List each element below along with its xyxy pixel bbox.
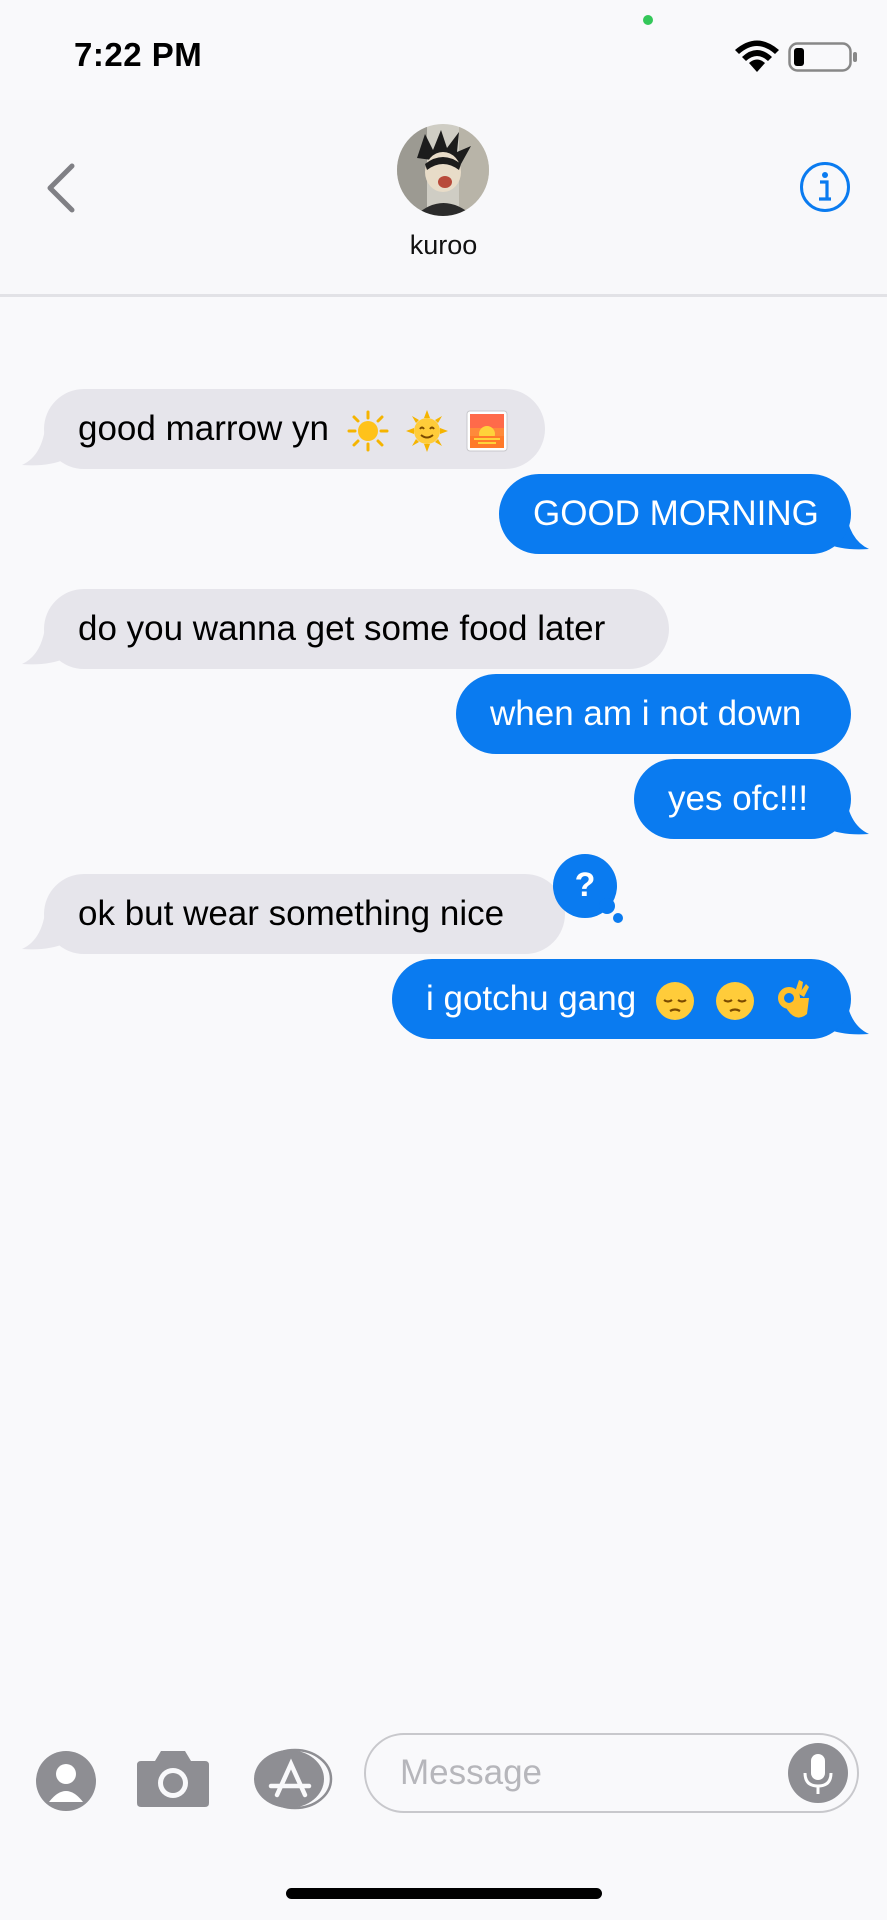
contact-app-icon[interactable] <box>35 1750 97 1812</box>
avatar[interactable] <box>397 124 489 216</box>
appstore-icon[interactable] <box>253 1748 333 1810</box>
info-circle-icon[interactable] <box>799 161 851 213</box>
home-indicator[interactable] <box>286 1888 602 1899</box>
conversation-header: kuroo <box>0 100 887 297</box>
message-bubble-incoming[interactable]: do you wanna get some food later <box>44 589 669 669</box>
status-bar: 7:22 PM <box>0 0 887 100</box>
sun-emoji-icon <box>347 410 389 452</box>
message-input[interactable]: Message <box>364 1733 859 1813</box>
pensive-face-emoji-icon <box>655 981 694 1020</box>
message-bubble-incoming[interactable]: good marrow yn <box>44 389 545 469</box>
message-text: do you wanna get some food later <box>78 609 606 648</box>
message-text: good marrow yn <box>78 409 329 448</box>
contact-name[interactable]: kuroo <box>0 230 887 261</box>
sunrise-emoji-icon <box>466 410 508 452</box>
tapback-tail-dot <box>599 898 615 914</box>
message-bubble-incoming[interactable]: ok but wear something nice <box>44 874 565 954</box>
message-text: i gotchu gang <box>426 979 637 1018</box>
message-bubble-outgoing[interactable]: when am i not down <box>456 674 851 754</box>
message-text: GOOD MORNING <box>533 494 819 533</box>
message-text: when am i not down <box>490 694 802 733</box>
status-time: 7:22 PM <box>74 36 203 73</box>
message-placeholder: Message <box>400 1753 543 1792</box>
pensive-face-emoji-icon <box>715 981 754 1020</box>
ok-hand-emoji-icon <box>778 979 810 1018</box>
wifi-icon <box>735 40 779 72</box>
chevron-left-icon[interactable] <box>40 160 82 216</box>
tapback-tail-dot <box>613 913 623 923</box>
battery-icon <box>788 42 857 72</box>
camera-icon[interactable] <box>135 1747 211 1809</box>
message-text: ok but wear something nice <box>78 894 505 933</box>
sun-with-face-emoji-icon <box>406 409 449 452</box>
mic-icon[interactable] <box>787 1742 849 1804</box>
message-text: yes ofc!!! <box>668 779 809 818</box>
message-bubble-outgoing[interactable]: yes ofc!!! <box>634 759 851 839</box>
message-bubble-outgoing[interactable]: GOOD MORNING <box>499 474 851 554</box>
camera-in-use-indicator <box>643 15 653 25</box>
message-bubble-outgoing[interactable]: i gotchu gang <box>392 959 851 1039</box>
compose-bar: Message <box>0 1715 887 1840</box>
